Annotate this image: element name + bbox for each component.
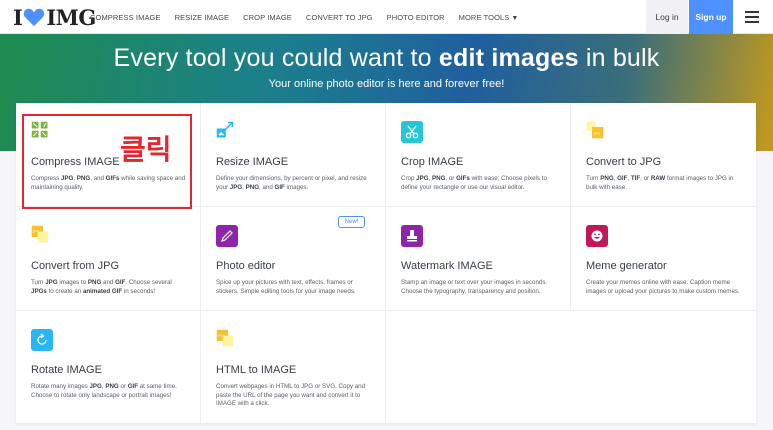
tool-card-convert-from-jpg[interactable]: JPG Convert from JPG Turn JPG images to … [16,207,201,311]
tool-title: Watermark IMAGE [401,260,493,272]
jpg-badge-text: JPG [593,132,600,136]
tool-desc: Create your memes online with ease. Capt… [586,279,740,295]
tool-desc: Turn PNG, GIF, TIF, or RAW format images… [586,175,734,191]
hero-subtitle: Your online photo editor is here and for… [268,78,505,90]
tool-desc: Crop JPG, PNG, or GIFs with ease; Choose… [401,175,547,191]
tool-desc: Spice up your pictures with text, effect… [216,279,356,295]
hero-title-post: in bulk [578,44,660,72]
tool-card-watermark-image[interactable]: Watermark IMAGE Stamp an image or text o… [386,207,571,311]
main-menu: COMPRESS IMAGE RESIZE IMAGE CROP IMAGE C… [90,0,532,34]
jpg-badge-text: JPG [32,230,39,234]
menu-compress-image[interactable]: COMPRESS IMAGE [90,13,161,22]
tool-title: HTML to IMAGE [216,364,297,376]
new-badge: New! [338,216,365,228]
tool-desc: Turn JPG images to PNG and GIF. Choose s… [31,279,172,295]
tool-title: Resize IMAGE [216,156,289,168]
signup-button[interactable]: Sign up [689,0,733,34]
menu-resize-image[interactable]: RESIZE IMAGE [175,13,230,22]
rotate-icon [31,329,53,351]
caret-down-icon: ▼ [511,14,519,22]
more-tools-label: MORE TOOLS [458,12,510,22]
hamburger-menu-icon[interactable] [745,11,759,23]
tool-title: Photo editor [216,260,276,272]
menu-convert-to-jpg[interactable]: CONVERT TO JPG [306,13,373,22]
html-badge-text: HTML [218,334,227,338]
tool-card-meme-generator[interactable]: Meme generator Create your memes online … [571,207,756,311]
tool-card-convert-to-jpg[interactable]: JPG Convert to JPG Turn PNG, GIF, TIF, o… [571,103,756,207]
logo-i: I [13,4,23,30]
convert-from-jpg-icon: JPG [31,225,49,243]
hero-title: Every tool you could want to edit images… [0,44,773,73]
resize-icon [216,121,234,139]
tool-desc: Define your dimensions, by percent or pi… [216,175,367,191]
logo-img: IMG [46,4,96,30]
stamp-icon [401,225,423,247]
tool-desc: Stamp an image or text over your images … [401,279,548,295]
hero-title-pre: Every tool you could want to [113,44,439,72]
tool-card-crop-image[interactable]: Crop IMAGE Crop JPG, PNG, or GIFs with e… [386,103,571,207]
tool-desc: Rotate many images JPG, PNG or GIF at sa… [31,383,177,399]
hero-title-bold: edit images [438,44,579,72]
menu-more-tools[interactable]: MORE TOOLS ▼ [459,13,519,22]
login-button[interactable]: Log in [646,0,688,34]
tool-title: Meme generator [586,260,667,272]
html-icon: HTML [216,329,234,347]
scissors-icon [401,121,423,143]
tool-title: Rotate IMAGE [31,364,102,376]
tool-card-resize-image[interactable]: Resize IMAGE Define your dimensions, by … [201,103,386,207]
top-nav: I IMG COMPRESS IMAGE RESIZE IMAGE CROP I… [0,0,773,34]
click-annotation: 클릭 [120,133,172,166]
smiley-icon [586,225,608,247]
menu-crop-image[interactable]: CROP IMAGE [243,13,292,22]
tool-desc: Convert webpages in HTML to JPG or SVG. … [216,383,366,407]
tool-card-rotate-image[interactable]: Rotate IMAGE Rotate many images JPG, PNG… [16,311,201,423]
heart-icon [24,8,45,27]
tool-title: Convert from JPG [31,260,120,272]
convert-to-jpg-icon: JPG [586,121,604,139]
tool-title: Convert to JPG [586,156,662,168]
tool-card-html-to-image[interactable]: HTML HTML to IMAGE Convert webpages in H… [201,311,386,423]
tool-title: Crop IMAGE [401,156,464,168]
ilovefiles-logo[interactable]: I IMG [13,4,96,30]
pencil-icon [216,225,238,247]
menu-photo-editor[interactable]: PHOTO EDITOR [387,13,445,22]
